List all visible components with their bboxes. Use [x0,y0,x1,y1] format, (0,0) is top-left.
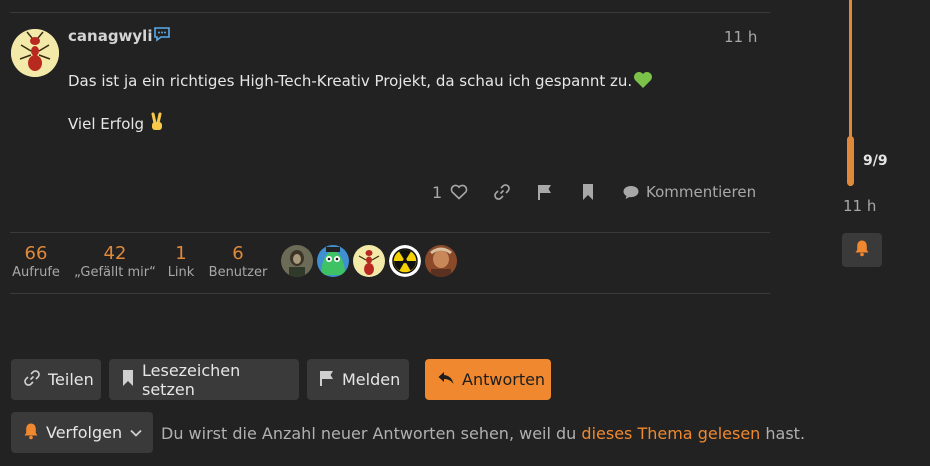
stat-users-label: Benutzer [208,265,268,280]
bookmark-icon[interactable] [577,181,599,203]
avatar[interactable] [11,29,59,77]
victory-hand-icon [148,112,166,136]
timeline-handle[interactable] [847,136,854,186]
stat-users: 6 Benutzer [206,243,270,280]
flag-button-label: Melden [342,370,401,389]
green-heart-icon [633,71,653,93]
stat-likes-value: 42 [103,243,127,264]
stat-links[interactable]: 1 Link [164,243,198,280]
share-button[interactable]: Teilen [11,359,101,400]
participant-avatar[interactable] [281,245,313,277]
flag-icon [319,369,335,391]
stat-views-label: Aufrufe [12,265,60,280]
notification-reason-prefix: Du wirst die Anzahl neuer Antworten sehe… [161,424,577,443]
notification-reason-link[interactable]: dieses Thema gelesen [581,424,760,443]
post-username[interactable]: canagwyli [68,27,152,45]
link-icon[interactable] [491,181,513,203]
comment-button[interactable]: Kommentieren [646,183,756,201]
stat-links-label: Link [167,265,195,280]
post-body-line-2: Viel Erfolg [68,112,166,136]
timeline-last-post-time[interactable]: 11 h [843,197,876,215]
stat-links-value: 1 [175,243,187,264]
flag-icon[interactable] [534,181,556,203]
like-count[interactable]: 1 [432,183,442,202]
chevron-down-icon [129,423,143,442]
bookmark-button-label: Lesezeichen setzen [142,360,241,399]
stat-views-value: 66 [24,243,48,264]
post-text-1: Das ist ja ein richtiges High-Tech-Kreat… [68,72,633,90]
comment-icon[interactable] [620,181,642,203]
bookmark-icon [121,369,135,391]
bell-icon [23,422,39,444]
bell-icon [854,239,870,261]
heart-icon[interactable] [448,181,470,203]
participant-avatar[interactable] [389,245,421,277]
reply-icon [437,370,455,390]
notification-reason-suffix: hast. [765,424,806,443]
share-button-label: Teilen [48,370,94,389]
post-body-line-1: Das ist ja ein richtiges High-Tech-Kreat… [68,71,653,93]
link-icon [23,369,41,391]
divider [10,293,770,294]
reply-button[interactable]: Antworten [425,359,551,400]
flag-button[interactable]: Melden [307,359,409,400]
bookmark-button[interactable]: Lesezeichen setzen [109,359,299,400]
divider [10,232,770,233]
post-time[interactable]: 11 h [724,28,757,46]
post-text-2: Viel Erfolg [68,115,145,133]
notification-level-dropdown[interactable]: Verfolgen [11,412,153,453]
participant-avatar[interactable] [353,245,385,277]
timeline-position: 9/9 [863,153,888,169]
stat-users-value: 6 [232,243,244,264]
participant-avatar[interactable] [425,245,457,277]
notification-reason: Du wirst die Anzahl neuer Antworten sehe… [161,424,805,443]
stat-likes: 42 „Gefällt mir“ [72,243,158,280]
reply-button-label: Antworten [462,370,546,389]
stat-views: 66 Aufrufe [10,243,62,280]
top-divider [10,12,770,13]
participant-avatar[interactable] [317,245,349,277]
stat-likes-label: „Gefällt mir“ [74,265,156,280]
notification-level-label: Verfolgen [46,423,123,442]
speech-bubble-icon [153,26,171,42]
timeline-notification-button[interactable] [842,233,882,267]
